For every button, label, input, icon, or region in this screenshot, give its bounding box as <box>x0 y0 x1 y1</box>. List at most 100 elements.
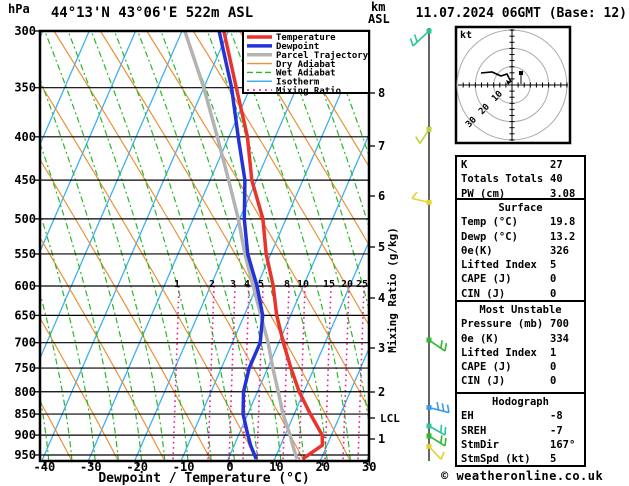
pressure-tick-label: 900 <box>14 428 36 442</box>
temperature-tick-label: 30 <box>362 460 376 474</box>
wind-barb-feather <box>409 38 414 47</box>
wet-adiabat-line <box>602 31 629 461</box>
table-row: Dewp (°C) 13.2 <box>461 230 584 244</box>
stat-label: StmDir <box>461 438 499 451</box>
lcl-label: LCL <box>380 412 400 425</box>
pressure-unit-label: hPa <box>8 2 30 16</box>
wind-barbs <box>409 28 450 460</box>
mixing-ratio-value-label: 10 <box>297 279 309 290</box>
wind-barb-feather <box>444 426 447 436</box>
stat-label: Pressure (mb) <box>461 318 544 331</box>
pressure-tick-label: 700 <box>14 336 36 350</box>
stat-label: EH <box>461 410 474 423</box>
table-title: Hodograph <box>492 396 549 408</box>
km-tick-label: 1 <box>378 432 385 446</box>
stat-label: CIN (J) <box>461 287 506 300</box>
table-row: SREH -7 <box>461 424 584 438</box>
mixing-ratio-value-label: 25 <box>356 279 368 290</box>
stat-value: 0 <box>550 361 557 374</box>
station-title: 44°13'N 43°06'E 522m ASL <box>51 5 253 21</box>
pressure-tick-label: 450 <box>14 173 36 187</box>
stat-value: 5 <box>550 453 557 466</box>
hodograph-panel: kt 102030 <box>454 25 572 145</box>
km-tick-label: 2 <box>378 385 385 399</box>
stat-label: CIN (J) <box>461 375 506 388</box>
mixing-ratio-value-label: 20 <box>341 279 353 290</box>
pressure-tick-label: 400 <box>14 130 36 144</box>
stat-label: Lifted Index <box>461 259 537 272</box>
mixing-ratio-value-label: 1 <box>174 279 180 290</box>
km-tick-label: 5 <box>378 240 385 254</box>
pressure-tick-label: 350 <box>14 81 36 95</box>
km-tick-label: 3 <box>378 341 385 355</box>
pressure-tick-label: 550 <box>14 247 36 261</box>
table-row: θe (K) 334 <box>461 332 584 346</box>
hodograph-stats-table: Hodograph EH -8 SREH -7 StmDir 167° StmSpd … <box>455 392 586 467</box>
stat-value: 334 <box>550 332 569 345</box>
mixing-ratio-value-label: 15 <box>323 279 335 290</box>
most-unstable-table: Most Unstable Pressure (mb) 700 θe (K) 334… <box>455 300 586 394</box>
pressure-tick-label: 500 <box>14 212 36 226</box>
mixing-ratio-value-label: 4 <box>244 279 250 290</box>
table-row: CIN (J) 0 <box>461 287 584 301</box>
copyright-footer: © weatheronline.co.uk <box>441 469 604 483</box>
hodograph-unit-label: kt <box>460 30 472 41</box>
table-row: Lifted Index 5 <box>461 258 584 272</box>
table-row: CAPE (J) 0 <box>461 360 584 374</box>
table-row: CIN (J) 0 <box>461 374 584 388</box>
stat-label: θe (K) <box>461 332 499 345</box>
stat-value: 167° <box>550 438 576 451</box>
km-tick-label: 6 <box>378 189 385 203</box>
temperature-tick-label: -40 <box>34 460 56 474</box>
km-tick-label: 8 <box>378 86 385 100</box>
wind-barb-feather <box>436 401 440 411</box>
wind-barb-feather <box>444 343 448 352</box>
wind-barb <box>409 28 432 47</box>
table-row: StmSpd (kt) 5 <box>461 452 584 466</box>
stat-value: 5 <box>550 259 557 272</box>
mixing-ratio-value-label: 3 <box>230 279 236 290</box>
wind-barb-feather <box>446 404 450 413</box>
pressure-tick-label: 850 <box>14 407 36 421</box>
wind-barb-feather <box>440 435 443 444</box>
mixing-ratio-value-label: 2 <box>209 279 215 290</box>
datetime-label: 11.07.2024 06GMT (Base: 12) <box>416 6 627 21</box>
stat-label: CAPE (J) <box>461 361 512 374</box>
wind-barb <box>426 401 450 414</box>
wind-barb-feather <box>440 424 443 433</box>
stat-label: K <box>461 159 468 171</box>
mixing-ratio-axis-title: Mixing Ratio (g/kg) <box>386 227 399 353</box>
stat-value: -7 <box>550 424 563 437</box>
wind-barb-feather <box>440 340 443 349</box>
km-tick-label: 7 <box>378 139 385 153</box>
table-row: θe(K) 326 <box>461 244 584 258</box>
table-row: K 27 <box>461 158 584 172</box>
stat-value: 1 <box>550 346 557 359</box>
table-row: Temp (°C) 19.8 <box>461 215 584 229</box>
stat-value: 326 <box>550 244 569 257</box>
pressure-tick-label: 650 <box>14 308 36 322</box>
stat-value: -8 <box>550 410 563 423</box>
wind-barb-shaft <box>411 197 430 204</box>
stat-value: 700 <box>550 318 569 331</box>
wind-barb-feather <box>441 403 445 412</box>
wind-barb-feather <box>413 34 418 43</box>
stat-label: Temp (°C) <box>461 216 518 229</box>
table-row: Pressure (mb) 700 <box>461 317 584 331</box>
stat-value: 27 <box>550 159 563 171</box>
stat-value: 0 <box>550 287 557 300</box>
wind-barb-feather <box>440 451 445 460</box>
temp-axis-title: Dewpoint / Temperature (°C) <box>98 471 309 486</box>
mixing-ratio-value-label: 8 <box>284 279 290 290</box>
pressure-tick-label: 600 <box>14 279 36 293</box>
km-tick-label: 4 <box>378 291 385 305</box>
stat-label: CAPE (J) <box>461 273 512 286</box>
skewt-sounding-page: 1 2 3 4 5 8 10 15 20 25 300 350 400 450 500 550 600 650 7… <box>0 0 629 486</box>
wind-barb-feather <box>415 136 421 144</box>
pressure-tick-label: 300 <box>14 24 36 38</box>
wind-barb-feather <box>411 191 418 199</box>
wind-barb-feather <box>444 437 447 447</box>
pressure-tick-label: 800 <box>14 385 36 399</box>
stat-value: 19.8 <box>550 216 576 229</box>
indices-table: K 27 Totals Totals 40 PW (cm) 3.08 <box>455 155 586 200</box>
